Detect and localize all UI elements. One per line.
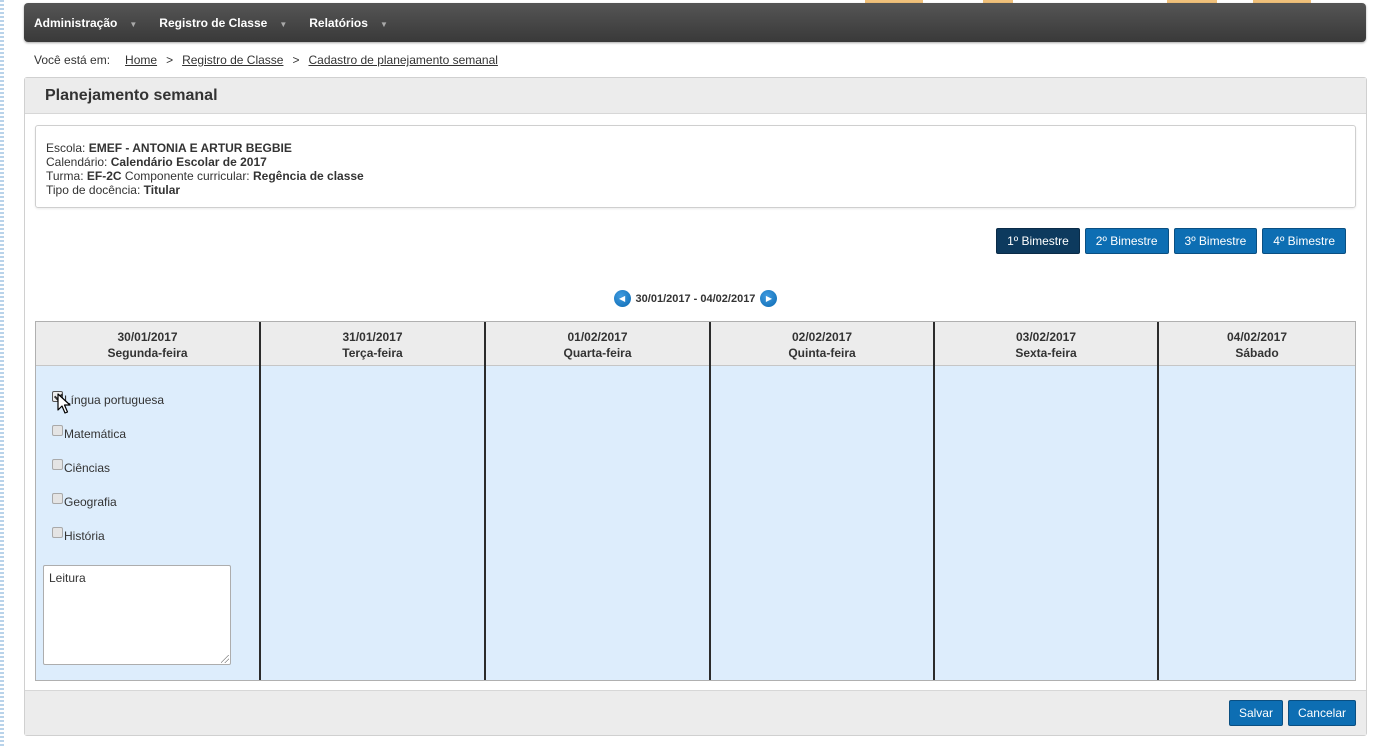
bimestre-4-button[interactable]: 4º Bimestre — [1262, 228, 1346, 254]
day-name: Sábado — [1235, 346, 1279, 360]
day-name: Quinta-feira — [788, 346, 856, 360]
day-column-wednesday: 01/02/2017 Quarta-feira — [486, 322, 711, 680]
info-escola-line: Escola: EMEF - ANTONIA E ARTUR BEGBIE — [46, 141, 1345, 155]
breadcrumb-link-home[interactable]: Home — [125, 53, 157, 67]
nav-item-label: Administração — [34, 15, 118, 30]
planning-panel: Planejamento semanal Escola: EMEF - ANTO… — [24, 77, 1367, 736]
main-navbar: Administração ▼ Registro de Classe ▼ Rel… — [24, 3, 1366, 42]
info-escola-value: EMEF - ANTONIA E ARTUR BEGBIE — [88, 141, 292, 155]
subject-label: Ciências — [64, 461, 111, 475]
day-header: 30/01/2017 Segunda-feira — [36, 322, 259, 366]
subject-label: História — [64, 529, 105, 543]
day-header: 02/02/2017 Quinta-feira — [711, 322, 933, 366]
subject-option: Matemática — [52, 425, 126, 441]
day-column-thursday: 02/02/2017 Quinta-feira — [711, 322, 935, 680]
chevron-down-icon: ▼ — [379, 19, 388, 29]
day-date: 02/02/2017 — [791, 330, 853, 344]
day-cell — [935, 366, 1157, 680]
page-title: Planejamento semanal — [25, 78, 1366, 114]
plan-notes-text: Leitura — [49, 571, 86, 585]
day-header: 04/02/2017 Sábado — [1159, 322, 1355, 366]
breadcrumb-prefix: Você está em: — [34, 53, 111, 67]
breadcrumb: Você está em: Home > Registro de Classe … — [34, 53, 498, 67]
info-turma-label: Turma: — [46, 169, 84, 183]
day-header: 03/02/2017 Sexta-feira — [935, 322, 1157, 366]
breadcrumb-separator: > — [166, 53, 174, 67]
info-turma-value: EF-2C — [86, 169, 122, 183]
day-date: 01/02/2017 — [567, 330, 628, 344]
day-cell — [261, 366, 484, 680]
nav-item-administracao[interactable]: Administração ▼ — [34, 16, 137, 30]
class-info-box: Escola: EMEF - ANTONIA E ARTUR BEGBIE Ca… — [35, 125, 1356, 208]
week-range: 30/01/2017 - 04/02/2017 — [635, 292, 756, 305]
day-date: 31/01/2017 — [342, 330, 403, 344]
breadcrumb-separator: > — [292, 53, 300, 67]
day-cell — [711, 366, 933, 680]
day-header: 31/01/2017 Terça-feira — [261, 322, 484, 366]
subject-label: Geografia — [64, 495, 117, 509]
info-calendario-line: Calendário: Calendário Escolar de 2017 — [46, 155, 1345, 169]
day-column-tuesday: 31/01/2017 Terça-feira — [261, 322, 486, 680]
info-docencia-line: Tipo de docência: Titular — [46, 183, 1345, 197]
info-componente-value: Regência de classe — [253, 169, 364, 183]
left-edge-decoration — [0, 0, 4, 747]
day-name: Segunda-feira — [107, 346, 188, 360]
resize-handle-icon[interactable] — [221, 655, 229, 663]
info-docencia-label: Tipo de docência: — [46, 183, 141, 197]
week-navigator: ◀ 30/01/2017 - 04/02/2017 ▶ — [25, 290, 1366, 307]
plan-notes-textarea[interactable]: Leitura — [43, 565, 231, 665]
bimestre-2-button[interactable]: 2º Bimestre — [1084, 228, 1169, 254]
bimestre-selector: 1º Bimestre 2º Bimestre 3º Bimestre 4º B… — [996, 228, 1346, 254]
nav-item-relatorios[interactable]: Relatórios ▼ — [309, 16, 388, 30]
subject-checkbox[interactable] — [52, 527, 63, 538]
nav-item-label: Relatórios — [309, 15, 368, 30]
info-escola-label: Escola: — [46, 141, 86, 155]
nav-item-label: Registro de Classe — [159, 15, 268, 30]
breadcrumb-link-cadastro[interactable]: Cadastro de planejamento semanal — [308, 53, 497, 67]
day-column-saturday: 04/02/2017 Sábado — [1159, 322, 1355, 680]
previous-week-button[interactable]: ◀ — [613, 290, 631, 307]
subject-checkbox[interactable] — [52, 425, 63, 436]
day-cell: Língua portuguesa Matemática Ciências Ge… — [36, 366, 259, 680]
day-name: Quarta-feira — [563, 346, 632, 360]
info-docencia-value: Titular — [143, 183, 181, 197]
info-calendario-value: Calendário Escolar de 2017 — [110, 155, 267, 169]
cancel-button[interactable]: Cancelar — [1287, 700, 1356, 726]
nav-item-registro-de-classe[interactable]: Registro de Classe ▼ — [159, 16, 287, 30]
info-turma-line: Turma: EF-2C Componente curricular: Regê… — [46, 169, 1345, 183]
day-header: 01/02/2017 Quarta-feira — [486, 322, 709, 366]
breadcrumb-link-registro-de-classe[interactable]: Registro de Classe — [182, 53, 283, 67]
day-date: 03/02/2017 — [1015, 330, 1077, 344]
day-column-monday: 30/01/2017 Segunda-feira Língua portugue… — [36, 322, 261, 680]
day-column-friday: 03/02/2017 Sexta-feira — [935, 322, 1159, 680]
mouse-pointer-icon — [57, 393, 71, 414]
subject-option: Ciências — [52, 459, 110, 475]
chevron-down-icon: ▼ — [129, 19, 138, 29]
chevron-down-icon: ▼ — [279, 19, 288, 29]
subject-label: Matemática — [64, 427, 127, 441]
day-date: 30/01/2017 — [117, 330, 178, 344]
arrow-left-icon: ◀ — [618, 294, 626, 303]
info-componente-label: Componente curricular: — [124, 169, 250, 183]
subject-checkbox[interactable] — [52, 459, 63, 470]
next-week-button[interactable]: ▶ — [760, 290, 778, 307]
subject-label: Língua portuguesa — [64, 393, 165, 407]
info-calendario-label: Calendário: — [46, 155, 108, 169]
panel-footer: Salvar Cancelar — [25, 690, 1366, 735]
arrow-right-icon: ▶ — [765, 294, 773, 303]
day-cell — [486, 366, 709, 680]
save-button[interactable]: Salvar — [1228, 700, 1283, 726]
subject-option: Geografia — [52, 493, 117, 509]
day-name: Terça-feira — [342, 346, 403, 360]
subject-option: História — [52, 527, 105, 543]
bimestre-3-button[interactable]: 3º Bimestre — [1173, 228, 1258, 254]
week-grid: 30/01/2017 Segunda-feira Língua portugue… — [35, 321, 1356, 681]
subject-checkbox[interactable] — [52, 493, 63, 504]
day-date: 04/02/2017 — [1226, 330, 1288, 344]
bimestre-1-button[interactable]: 1º Bimestre — [996, 228, 1080, 254]
day-name: Sexta-feira — [1015, 346, 1077, 360]
day-cell — [1159, 366, 1355, 680]
